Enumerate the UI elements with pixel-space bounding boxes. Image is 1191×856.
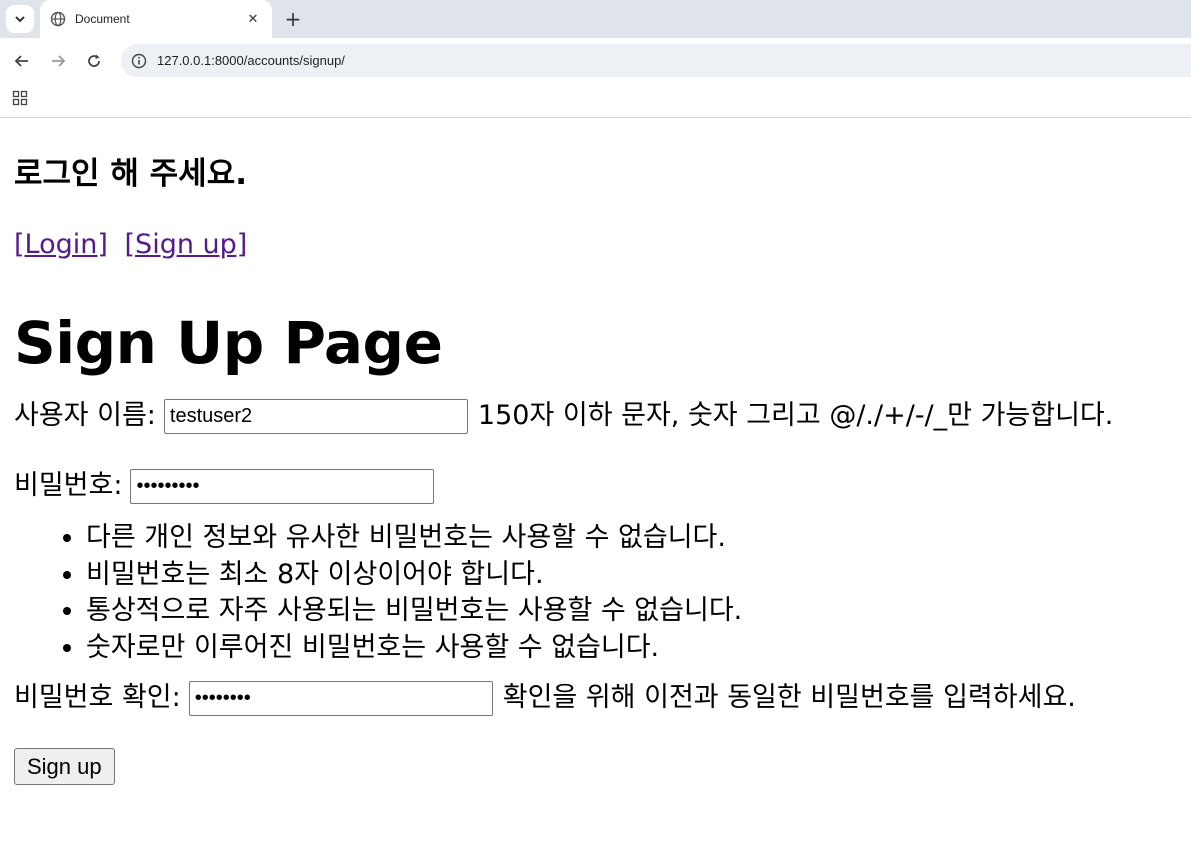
login-prompt-heading: 로그인 해 주세요. — [14, 156, 248, 192]
password-rule-item: 비밀번호는 최소 8자 이상이어야 합니다. — [86, 557, 1177, 594]
new-tab-button[interactable]: + — [282, 5, 304, 33]
password-rule-item: 통상적으로 자주 사용되는 비밀번호는 사용할 수 없습니다. — [86, 593, 1177, 630]
address-bar[interactable]: 127.0.0.1:8000/accounts/signup/ — [121, 44, 1191, 77]
reload-button[interactable] — [82, 49, 106, 73]
reload-icon — [88, 54, 100, 67]
page-title: Sign Up Page — [14, 309, 443, 377]
browser-tab[interactable]: Document ✕ — [40, 0, 272, 38]
site-info-icon[interactable] — [131, 53, 147, 69]
password-confirm-help-text: 확인을 위해 이전과 동일한 비밀번호를 입력하세요. — [502, 682, 1076, 713]
url-text: 127.0.0.1:8000/accounts/signup/ — [157, 53, 345, 68]
signup-submit-button[interactable]: Sign up — [14, 748, 115, 785]
username-label: 사용자 이름: — [14, 400, 156, 431]
apps-grid-icon[interactable] — [12, 90, 28, 106]
password-label: 비밀번호: — [14, 470, 123, 501]
login-link[interactable]: [Login] — [14, 229, 108, 260]
password-confirm-row: 비밀번호 확인: 확인을 위해 이전과 동일한 비밀번호를 입력하세요. — [14, 680, 1177, 716]
password-input[interactable] — [130, 468, 435, 504]
browser-toolbar: 127.0.0.1:8000/accounts/signup/ — [0, 38, 1191, 84]
password-rules-list: 다른 개인 정보와 유사한 비밀번호는 사용할 수 없습니다. 비밀번호는 최소… — [14, 520, 1177, 666]
back-arrow-icon — [14, 55, 28, 67]
close-tab-icon[interactable]: ✕ — [244, 12, 262, 27]
tab-title: Document — [75, 12, 130, 26]
back-button[interactable] — [10, 49, 34, 73]
tab-search-button[interactable] — [6, 5, 34, 33]
auth-links: [Login] [Sign up] — [14, 228, 1177, 262]
tab-strip: Document ✕ + — [0, 0, 1191, 38]
chevron-down-icon — [15, 16, 25, 23]
forward-arrow-icon — [52, 55, 66, 67]
forward-button[interactable] — [46, 49, 70, 73]
password-confirm-input[interactable] — [188, 680, 493, 716]
username-row: 사용자 이름: 150자 이하 문자, 숫자 그리고 @/./+/-/_만 가능… — [14, 398, 1177, 434]
page-content: 로그인 해 주세요. [Login] [Sign up] Sign Up Pag… — [0, 154, 1191, 785]
bookmarks-bar — [0, 84, 1191, 118]
username-input[interactable] — [163, 398, 468, 434]
password-confirm-label: 비밀번호 확인: — [14, 682, 181, 713]
password-rule-item: 숫자로만 이루어진 비밀번호는 사용할 수 없습니다. — [86, 630, 1177, 667]
password-rule-item: 다른 개인 정보와 유사한 비밀번호는 사용할 수 없습니다. — [86, 520, 1177, 557]
signup-link[interactable]: [Sign up] — [125, 229, 248, 260]
signup-form: 사용자 이름: 150자 이하 문자, 숫자 그리고 @/./+/-/_만 가능… — [14, 398, 1177, 785]
username-help-text: 150자 이하 문자, 숫자 그리고 @/./+/-/_만 가능합니다. — [477, 400, 1114, 431]
password-row: 비밀번호: — [14, 468, 1177, 504]
globe-icon — [50, 11, 66, 27]
